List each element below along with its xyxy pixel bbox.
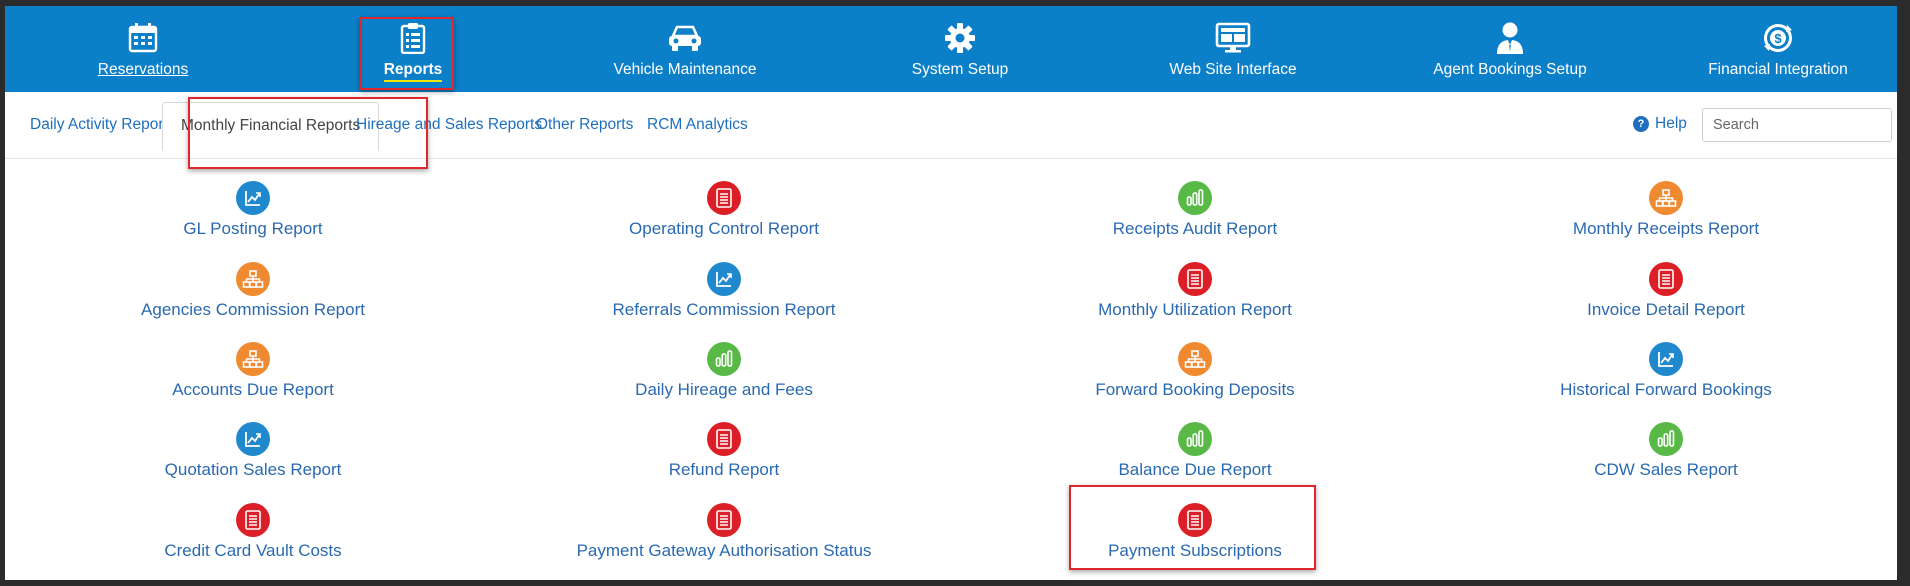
report-label: Monthly Utilization Report (1098, 300, 1292, 319)
report-quotation-sales[interactable]: Quotation Sales Report (43, 422, 463, 480)
report-payment-gateway-authorisation-status[interactable]: Payment Gateway Authorisation Status (514, 503, 934, 561)
nav-label: Vehicle Maintenance (613, 61, 757, 78)
report-label: Refund Report (668, 460, 780, 479)
report-label: Monthly Receipts Report (1572, 219, 1760, 238)
report-refund[interactable]: Refund Report (514, 422, 934, 480)
line-chart-icon (236, 181, 270, 215)
tab-other-reports[interactable]: Other Reports (536, 116, 633, 134)
car-icon (667, 21, 703, 55)
bar-chart-icon (1649, 422, 1683, 456)
nav-reports[interactable]: Reports (333, 6, 493, 92)
help-label: Help (1655, 115, 1687, 132)
clipboard-list-icon (398, 21, 428, 55)
nav-label: Reservations (97, 61, 189, 78)
report-balance-due[interactable]: Balance Due Report (985, 422, 1405, 480)
app-window: Reservations Reports Vehicle Maintenance… (5, 6, 1897, 580)
document-icon (1649, 262, 1683, 296)
report-label: Balance Due Report (1118, 460, 1272, 479)
report-label: Receipts Audit Report (1112, 219, 1278, 238)
nav-label: Financial Integration (1708, 61, 1848, 78)
report-accounts-due[interactable]: Accounts Due Report (43, 342, 463, 400)
nav-label: Reports (383, 61, 443, 82)
report-tabs-bar: Daily Activity Reports Monthly Financial… (5, 92, 1897, 159)
report-label: Operating Control Report (629, 219, 819, 238)
report-label: Daily Hireage and Fees (635, 380, 813, 399)
report-label: GL Posting Report (183, 219, 323, 238)
report-forward-booking-deposits[interactable]: Forward Booking Deposits (985, 342, 1405, 400)
monitor-icon (1215, 21, 1251, 55)
nav-reservations[interactable]: Reservations (63, 6, 223, 92)
report-historical-forward-bookings[interactable]: Historical Forward Bookings (1456, 342, 1876, 400)
report-daily-hireage-and-fees[interactable]: Daily Hireage and Fees (514, 342, 934, 400)
nav-web-site-interface[interactable]: Web Site Interface (1143, 6, 1323, 92)
report-receipts-audit[interactable]: Receipts Audit Report (985, 181, 1405, 239)
line-chart-icon (707, 262, 741, 296)
report-label: CDW Sales Report (1594, 460, 1738, 479)
report-label: Quotation Sales Report (164, 460, 342, 479)
help-link[interactable]: ? Help (1633, 115, 1687, 133)
calendar-icon (127, 21, 159, 55)
report-label: Referrals Commission Report (612, 300, 836, 319)
nav-label: Web Site Interface (1169, 61, 1297, 78)
bar-chart-icon (707, 342, 741, 376)
report-label: Forward Booking Deposits (1095, 380, 1295, 399)
tab-rcm-analytics[interactable]: RCM Analytics (647, 116, 748, 134)
report-cdw-sales[interactable]: CDW Sales Report (1456, 422, 1876, 480)
nav-system-setup[interactable]: System Setup (880, 6, 1040, 92)
document-icon (236, 503, 270, 537)
bar-chart-icon (1178, 181, 1212, 215)
nav-vehicle-maintenance[interactable]: Vehicle Maintenance (595, 6, 775, 92)
report-label: Agencies Commission Report (141, 300, 365, 319)
nav-financial-integration[interactable]: $ Financial Integration (1688, 6, 1868, 92)
report-label: Payment Gateway Authorisation Status (576, 541, 872, 560)
document-icon (1178, 503, 1212, 537)
report-label: Historical Forward Bookings (1560, 380, 1772, 399)
bar-chart-icon (1178, 422, 1212, 456)
top-navigation: Reservations Reports Vehicle Maintenance… (5, 6, 1897, 92)
tab-daily-activity-reports[interactable]: Daily Activity Reports (30, 116, 176, 134)
document-icon (707, 503, 741, 537)
dollar-sync-icon: $ (1762, 21, 1794, 55)
report-operating-control[interactable]: Operating Control Report (514, 181, 934, 239)
report-monthly-receipts[interactable]: Monthly Receipts Report (1456, 181, 1876, 239)
report-label: Accounts Due Report (172, 380, 334, 399)
hierarchy-icon (236, 262, 270, 296)
search-input[interactable] (1702, 108, 1892, 142)
line-chart-icon (1649, 342, 1683, 376)
report-monthly-utilization[interactable]: Monthly Utilization Report (985, 262, 1405, 320)
report-agencies-commission[interactable]: Agencies Commission Report (43, 262, 463, 320)
report-label: Invoice Detail Report (1587, 300, 1745, 319)
document-icon (707, 422, 741, 456)
svg-text:$: $ (1774, 31, 1782, 46)
nav-label: System Setup (911, 61, 1009, 78)
hierarchy-icon (1649, 181, 1683, 215)
hierarchy-icon (236, 342, 270, 376)
report-credit-card-vault-costs[interactable]: Credit Card Vault Costs (43, 503, 463, 561)
tab-hireage-and-sales-reports[interactable]: Hireage and Sales Reports (356, 116, 542, 134)
nav-agent-bookings-setup[interactable]: Agent Bookings Setup (1410, 6, 1610, 92)
report-gl-posting[interactable]: GL Posting Report (43, 181, 463, 239)
line-chart-icon (236, 422, 270, 456)
report-label: Credit Card Vault Costs (164, 541, 342, 560)
gear-icon (944, 21, 976, 55)
question-icon: ? (1633, 116, 1649, 132)
hierarchy-icon (1178, 342, 1212, 376)
document-icon (1178, 262, 1212, 296)
document-icon (707, 181, 741, 215)
report-invoice-detail[interactable]: Invoice Detail Report (1456, 262, 1876, 320)
report-payment-subscriptions[interactable]: Payment Subscriptions (985, 503, 1405, 561)
agent-icon (1495, 21, 1525, 55)
report-referrals-commission[interactable]: Referrals Commission Report (514, 262, 934, 320)
tab-monthly-financial-reports[interactable]: Monthly Financial Reports (162, 102, 380, 151)
report-label: Payment Subscriptions (1108, 541, 1282, 560)
nav-label: Agent Bookings Setup (1433, 61, 1587, 78)
